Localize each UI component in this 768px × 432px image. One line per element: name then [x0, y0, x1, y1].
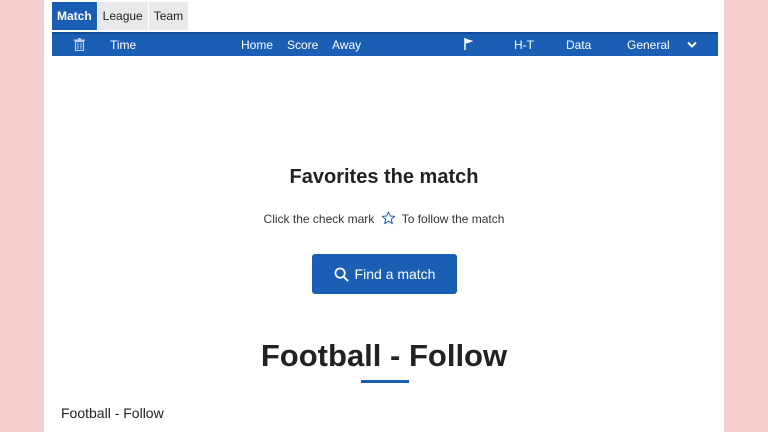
- header-ht[interactable]: H-T: [514, 34, 534, 56]
- favorites-title: Favorites the match: [289, 166, 479, 188]
- section-text: Football - Follow: [61, 405, 164, 421]
- trash-icon[interactable]: [74, 34, 85, 56]
- match-header-bar: Time Home Score Away H-T Data General: [52, 32, 718, 56]
- section-title: Football - Follow: [260, 338, 508, 373]
- tab-bar: Match League Team: [52, 2, 189, 30]
- title-underline: [361, 380, 409, 383]
- find-match-label: Find a match: [354, 266, 436, 282]
- header-home[interactable]: Home: [241, 34, 273, 56]
- header-general[interactable]: General: [627, 34, 670, 56]
- header-time[interactable]: Time: [110, 34, 136, 56]
- chevron-down-icon[interactable]: [687, 34, 697, 56]
- flag-icon[interactable]: [464, 34, 474, 56]
- tab-match[interactable]: Match: [52, 2, 97, 30]
- tab-team[interactable]: Team: [148, 2, 189, 30]
- main-page: Match League Team Time Home Score Away H…: [44, 0, 724, 432]
- favorites-hint: Click the check mark To follow the match: [44, 211, 724, 226]
- find-match-button[interactable]: Find a match: [312, 254, 457, 294]
- header-score[interactable]: Score: [287, 34, 318, 56]
- tab-league[interactable]: League: [97, 2, 148, 30]
- search-icon: [334, 267, 349, 282]
- header-away[interactable]: Away: [332, 34, 361, 56]
- hint-text-before: Click the check mark: [263, 212, 375, 226]
- hint-text-after: To follow the match: [401, 212, 505, 226]
- header-data[interactable]: Data: [566, 34, 591, 56]
- star-icon: [381, 211, 395, 225]
